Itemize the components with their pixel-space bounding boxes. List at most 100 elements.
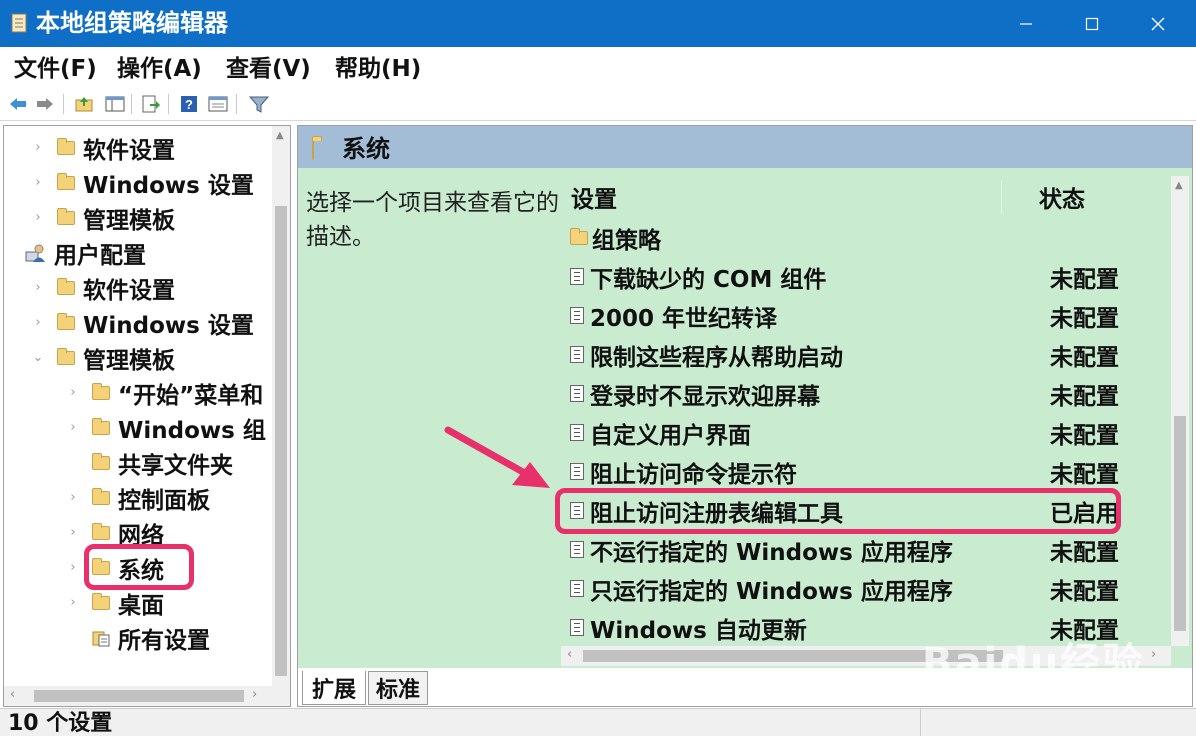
setting-name: 2000 年世纪转译 xyxy=(590,305,778,332)
properties-button[interactable] xyxy=(207,93,229,115)
system-highlight-box xyxy=(84,544,194,590)
tab-standard[interactable]: 标准 xyxy=(368,671,428,705)
tree-item-windows-settings[interactable]: › Windows 设置 xyxy=(4,165,254,200)
list-row[interactable]: 下载缺少的 COM 组件 未配置 xyxy=(561,257,1161,296)
title-bar: 本地组策略编辑器 xyxy=(0,0,1196,47)
setting-name: 不运行指定的 Windows 应用程序 xyxy=(590,539,953,566)
export-icon xyxy=(142,95,160,113)
chevron-right-icon[interactable]: › xyxy=(31,210,45,225)
column-header-state[interactable]: 状态 xyxy=(1039,176,1159,218)
filter-button[interactable] xyxy=(248,93,270,115)
close-button[interactable] xyxy=(1125,0,1191,47)
scroll-right-icon[interactable]: › xyxy=(252,687,257,702)
list-row[interactable]: 限制这些程序从帮助启动 未配置 xyxy=(561,335,1161,374)
list-row[interactable]: 2000 年世纪转译 未配置 xyxy=(561,296,1161,335)
list-row[interactable]: 不运行指定的 Windows 应用程序 未配置 xyxy=(561,530,1161,569)
tree-item-label: Windows 设置 xyxy=(83,172,254,199)
tree-item-all-settings[interactable]: 所有设置 xyxy=(4,620,210,655)
folder-icon xyxy=(57,207,75,225)
up-one-level-button[interactable] xyxy=(73,93,95,115)
list-vertical-scroll-thumb[interactable] xyxy=(1174,416,1186,631)
annotation-arrow-icon xyxy=(444,426,550,488)
tree-item-shared-folders[interactable]: 共享文件夹 xyxy=(4,445,233,480)
tree-vertical-scrollbar[interactable]: ▲ xyxy=(272,126,290,686)
chevron-right-icon[interactable]: › xyxy=(31,140,45,155)
column-header-setting[interactable]: 设置 xyxy=(571,176,1001,218)
properties-icon xyxy=(208,96,228,112)
chevron-right-icon[interactable]: › xyxy=(31,280,45,295)
tree-item-label: Windows 设置 xyxy=(83,312,254,339)
help-button[interactable]: ? xyxy=(178,93,200,115)
tree-item-label: 管理模板 xyxy=(83,347,175,374)
minimize-button[interactable] xyxy=(993,0,1059,47)
toolbar-separator xyxy=(131,94,132,114)
tree-item-desktop[interactable]: › 桌面 xyxy=(4,585,164,620)
list-row-group-policy[interactable]: 组策略 xyxy=(561,218,1161,257)
chevron-right-icon[interactable]: › xyxy=(31,315,45,330)
console-tree-icon xyxy=(105,96,125,112)
svg-text:?: ? xyxy=(185,97,193,112)
list-row[interactable]: 阻止访问命令提示符 未配置 xyxy=(561,452,1161,491)
menu-action[interactable]: 操作(A) xyxy=(117,54,202,84)
list-row[interactable]: 只运行指定的 Windows 应用程序 未配置 xyxy=(561,569,1161,608)
chevron-right-icon[interactable]: › xyxy=(66,420,80,435)
filter-icon xyxy=(249,96,269,113)
chevron-right-icon[interactable]: › xyxy=(66,595,80,610)
maximize-button[interactable] xyxy=(1059,0,1125,47)
folder-icon xyxy=(312,139,314,160)
tree-item-label: 软件设置 xyxy=(83,137,175,164)
tree-vertical-scroll-thumb[interactable] xyxy=(275,206,287,676)
show-hide-tree-button[interactable] xyxy=(104,93,126,115)
tree-item-user-windows-settings[interactable]: › Windows 设置 xyxy=(4,305,254,340)
column-divider xyxy=(1001,180,1002,214)
policy-setting-icon xyxy=(570,346,584,363)
scroll-up-icon[interactable]: ▲ xyxy=(1175,180,1183,191)
tree-horizontal-scrollbar[interactable]: ‹ › xyxy=(4,686,290,706)
export-list-button[interactable] xyxy=(140,93,162,115)
folder-icon xyxy=(57,347,75,365)
folder-icon xyxy=(92,382,110,400)
scroll-left-icon[interactable]: ‹ xyxy=(567,647,572,662)
forward-button[interactable] xyxy=(34,93,56,115)
policy-setting-icon xyxy=(570,619,584,636)
list-vertical-scrollbar[interactable]: ▲ xyxy=(1171,176,1189,646)
tree-item-user-software-settings[interactable]: › 软件设置 xyxy=(4,270,175,305)
chevron-right-icon[interactable]: › xyxy=(66,525,80,540)
description-text: 选择一个项目来查看它的描述。 xyxy=(306,190,559,250)
tree-item-user-admin-templates[interactable]: ⌄ 管理模板 xyxy=(4,340,175,375)
chevron-right-icon[interactable]: › xyxy=(66,560,80,575)
chevron-right-icon[interactable]: › xyxy=(66,490,80,505)
status-bar: 10 个设置 xyxy=(0,708,1196,736)
tree-item-admin-templates[interactable]: › 管理模板 xyxy=(4,200,175,235)
tree-item-start-menu[interactable]: › “开始”菜单和 xyxy=(4,375,263,410)
scroll-up-icon[interactable]: ▲ xyxy=(276,130,284,141)
scroll-left-icon[interactable]: ‹ xyxy=(10,687,15,702)
tab-extended[interactable]: 扩展 xyxy=(302,671,366,705)
settings-list[interactable]: 设置 状态 组策略 下载缺少的 COM 组件 未配置 2000 年世纪转译 未配… xyxy=(555,176,1171,646)
chevron-down-icon[interactable]: ⌄ xyxy=(31,350,45,365)
registry-tools-highlight-box xyxy=(555,488,1121,534)
setting-state: 未配置 xyxy=(1050,461,1119,488)
policy-setting-icon xyxy=(570,580,584,597)
menu-file[interactable]: 文件(F) xyxy=(14,54,97,84)
maximize-icon xyxy=(1085,17,1099,30)
chevron-right-icon[interactable]: › xyxy=(66,385,80,400)
console-tree[interactable]: › 软件设置 › Windows 设置 › 管理模板 ⌄ 用户配置 › 软件设置… xyxy=(3,125,291,707)
tree-item-control-panel[interactable]: › 控制面板 xyxy=(4,480,210,515)
list-row[interactable]: 登录时不显示欢迎屏幕 未配置 xyxy=(561,374,1161,413)
setting-state: 未配置 xyxy=(1050,578,1119,605)
menu-view[interactable]: 查看(V) xyxy=(226,54,311,84)
list-row[interactable]: 自定义用户界面 未配置 xyxy=(561,413,1161,452)
user-config-icon xyxy=(25,244,45,262)
chevron-right-icon[interactable]: › xyxy=(31,175,45,190)
tree-item-windows-components[interactable]: › Windows 组 xyxy=(4,410,266,445)
folder-icon xyxy=(92,452,110,470)
setting-state: 未配置 xyxy=(1050,422,1119,449)
back-button[interactable] xyxy=(7,93,29,115)
scroll-right-icon[interactable]: › xyxy=(1151,647,1156,662)
tree-horizontal-scroll-thumb[interactable] xyxy=(34,690,244,702)
policy-setting-icon xyxy=(570,307,584,324)
menu-help[interactable]: 帮助(H) xyxy=(335,54,421,84)
tree-item-user-configuration[interactable]: ⌄ 用户配置 xyxy=(4,235,146,270)
tree-item-software-settings[interactable]: › 软件设置 xyxy=(4,130,175,165)
